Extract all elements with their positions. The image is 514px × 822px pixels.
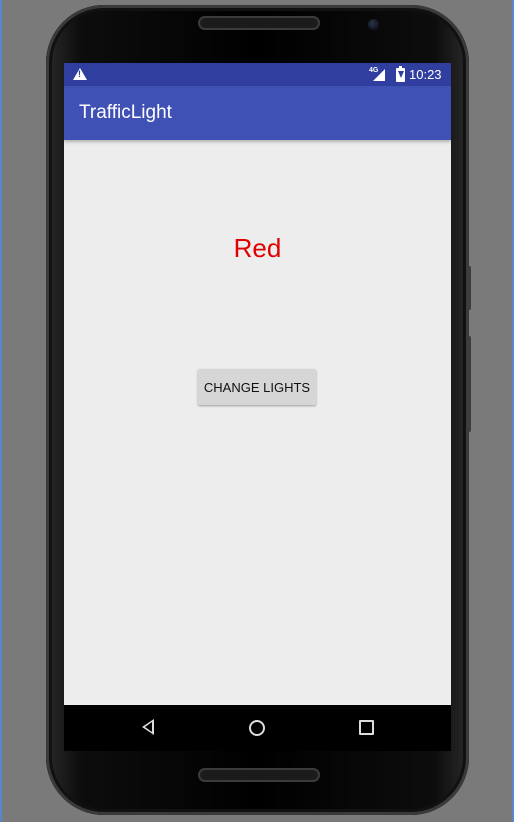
home-icon[interactable] (249, 720, 265, 736)
traffic-light-label: Red (233, 233, 282, 263)
change-lights-button[interactable]: CHANGE LIGHTS (198, 369, 316, 405)
power-button (467, 266, 471, 310)
front-camera (368, 19, 379, 30)
app-bar: TrafficLight (64, 86, 451, 140)
volume-button (467, 336, 471, 432)
bottom-speaker (198, 768, 320, 782)
window-edge-left (0, 0, 2, 822)
warning-icon (73, 68, 87, 80)
earpiece-speaker (198, 16, 320, 30)
back-icon[interactable] (142, 719, 154, 735)
status-bar: 4G 10:23 (64, 63, 451, 86)
signal-icon (373, 69, 385, 81)
navigation-bar (64, 705, 451, 751)
status-clock: 10:23 (409, 67, 442, 82)
device-screen: 4G 10:23 TrafficLight Red CHANGE LIGHTS (64, 63, 451, 751)
battery-charging-icon (396, 66, 405, 82)
app-title: TrafficLight (79, 102, 172, 123)
recents-icon[interactable] (359, 720, 374, 735)
